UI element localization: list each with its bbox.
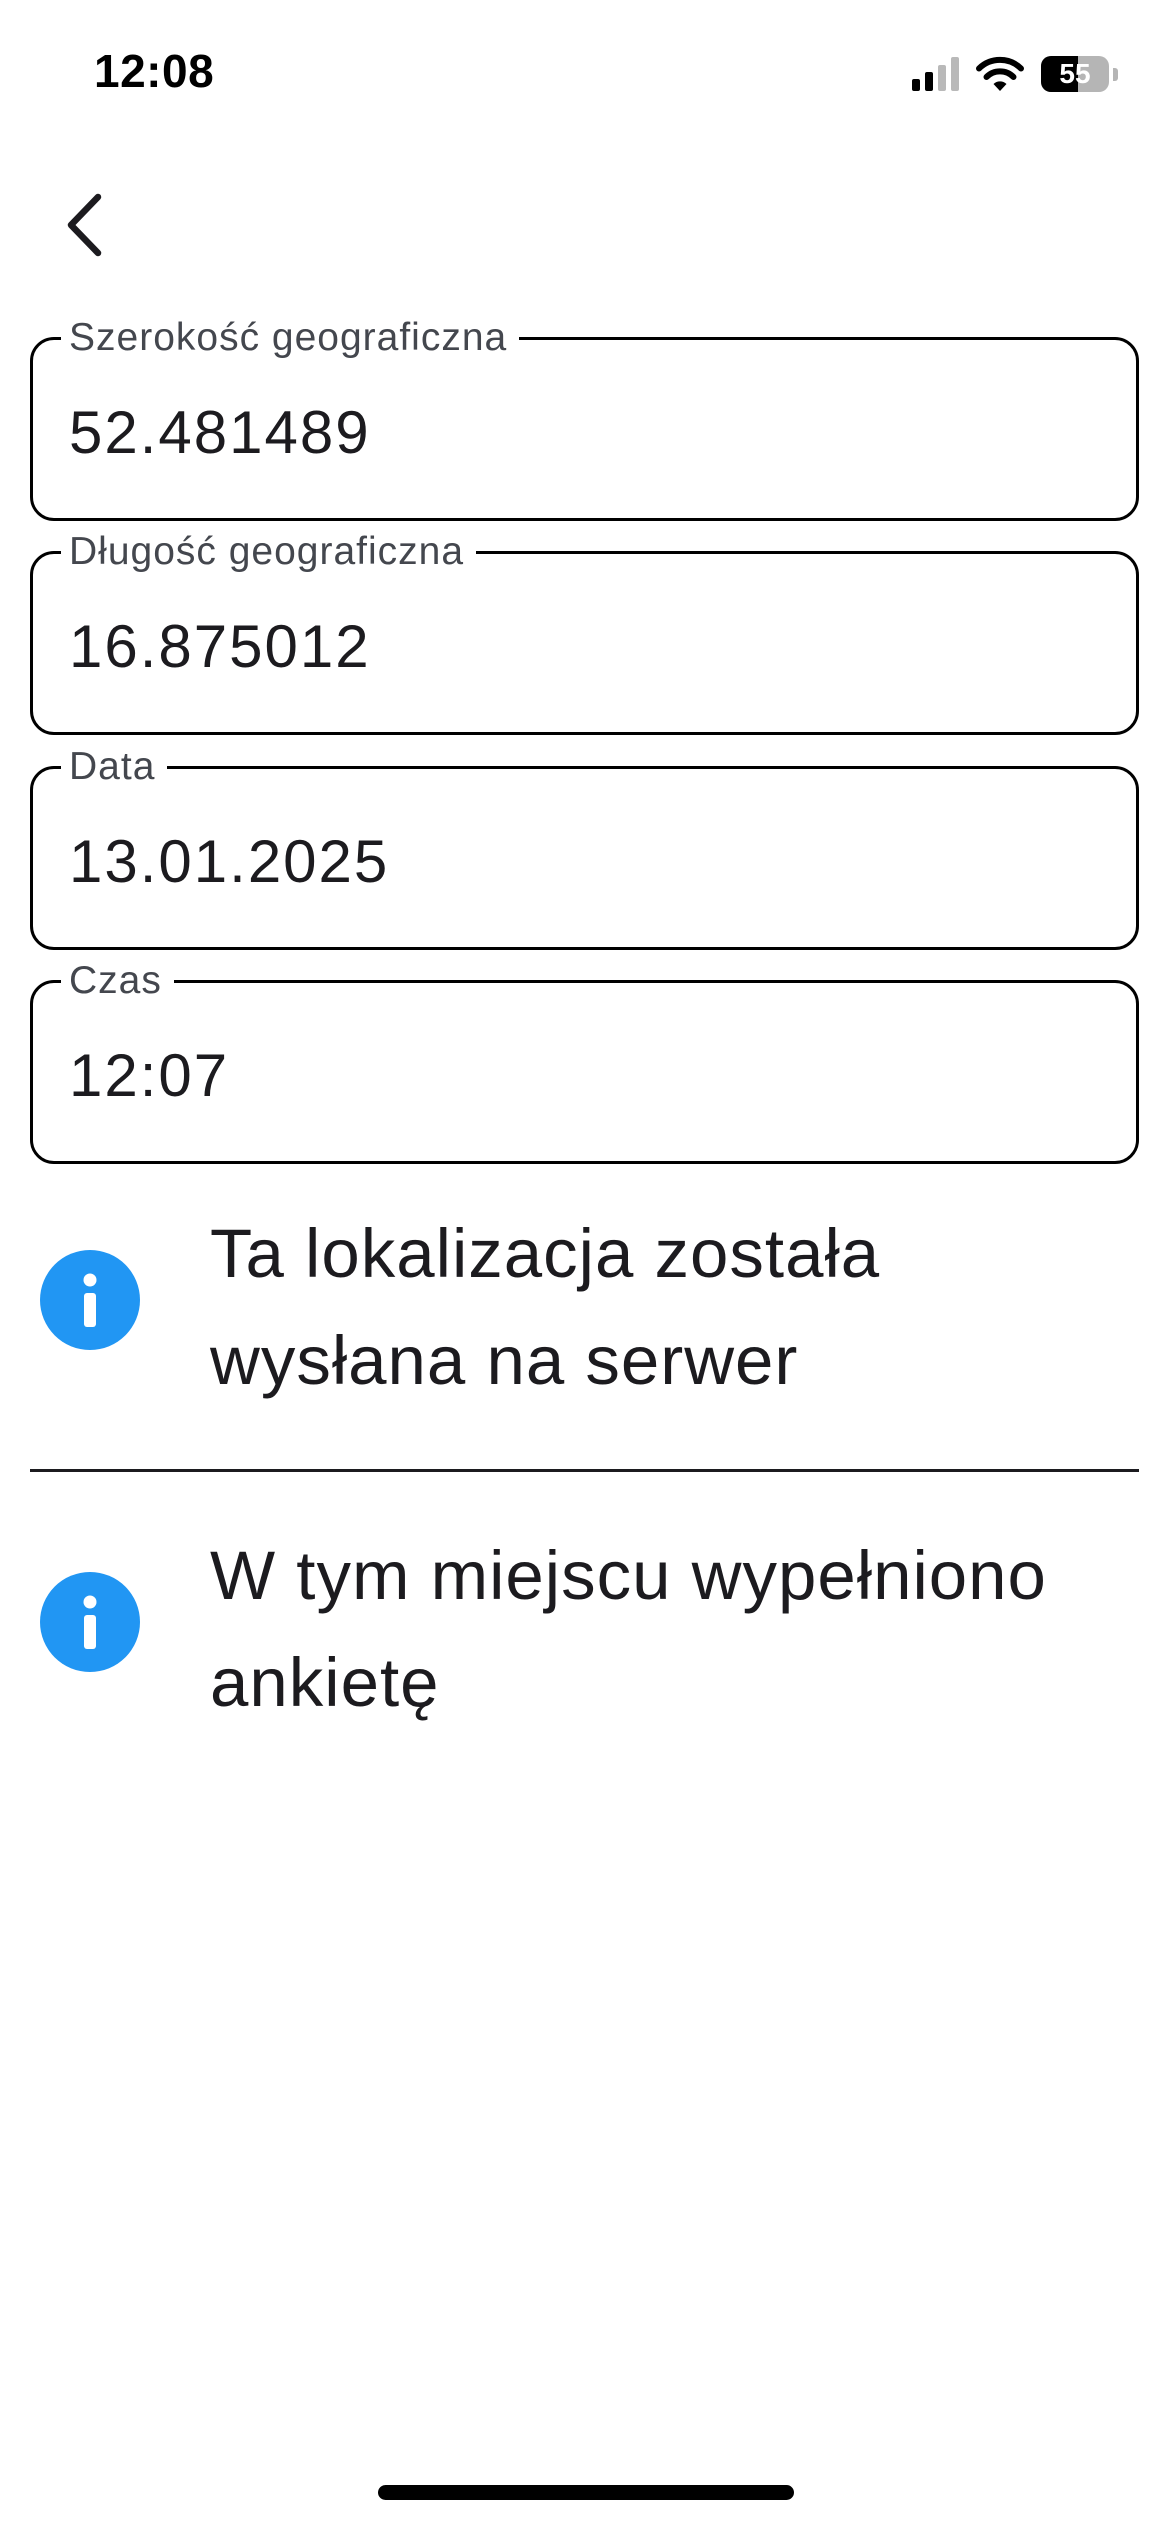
battery-percentage: 55 (1059, 58, 1091, 89)
home-indicator[interactable] (378, 2485, 794, 2500)
date-label: Data (61, 745, 168, 789)
date-field[interactable]: Data 13.01.2025 (30, 745, 1139, 950)
longitude-label: Długość geograficzna (61, 530, 477, 574)
info-icon (40, 1572, 140, 1672)
info-text-survey: W tym miejscu wypełniono ankietę (210, 1537, 1047, 1721)
status-icons: 55 (912, 52, 1118, 96)
chevron-left-icon (67, 193, 102, 257)
longitude-value: 16.875012 (69, 613, 371, 680)
date-value: 13.01.2025 (69, 828, 390, 895)
info-text-sent: Ta lokalizacja została wysłana na serwer (210, 1215, 881, 1399)
signal-icon (912, 57, 959, 91)
battery-icon: 55 (1041, 56, 1109, 92)
time-field[interactable]: Czas 12:07 (30, 959, 1139, 1164)
time-value: 12:07 (69, 1042, 230, 1109)
latitude-field[interactable]: Szerokość geograficzna 52.481489 (30, 316, 1139, 521)
longitude-field[interactable]: Długość geograficzna 16.875012 (30, 530, 1139, 735)
latitude-value: 52.481489 (69, 399, 371, 466)
divider (30, 1469, 1139, 1472)
back-button[interactable] (48, 180, 120, 270)
latitude-label: Szerokość geograficzna (61, 316, 520, 360)
battery-nub (1113, 67, 1118, 81)
info-icon (40, 1250, 140, 1350)
wifi-icon (976, 56, 1024, 91)
time-label: Czas (61, 959, 174, 1003)
status-time: 12:08 (94, 45, 215, 97)
